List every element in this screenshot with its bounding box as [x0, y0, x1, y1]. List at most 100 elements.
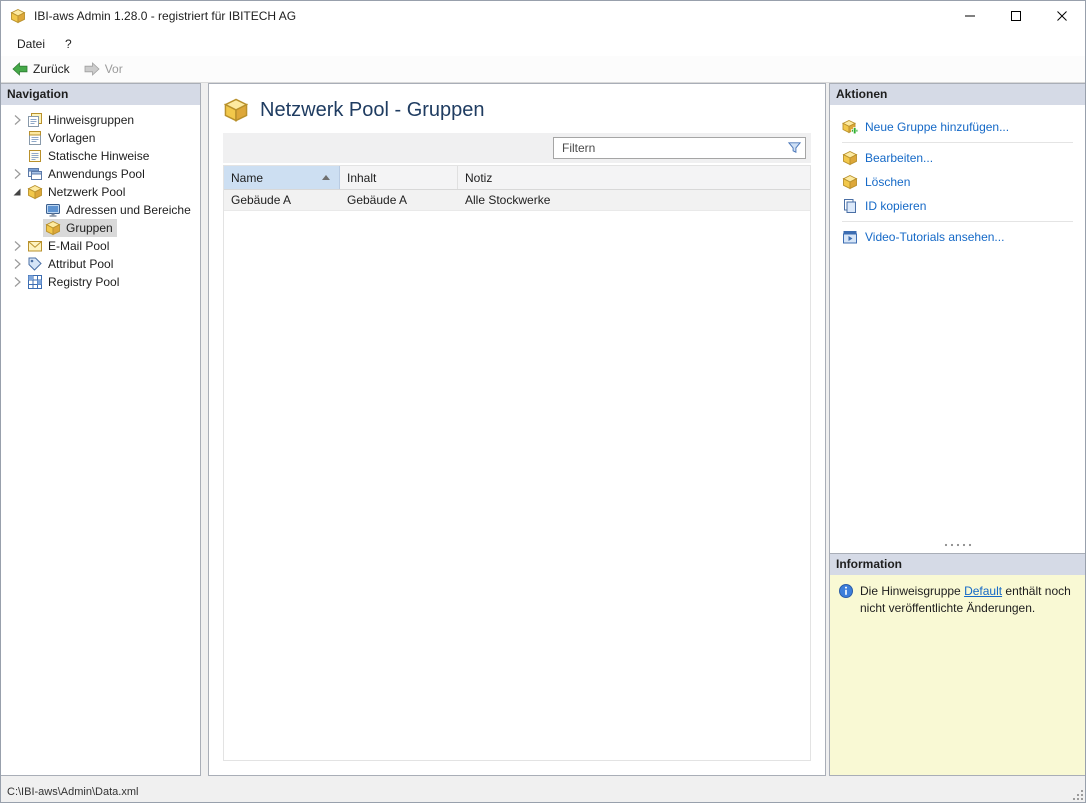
titlebar: IBI-aws Admin 1.28.0 - registriert für I…: [1, 1, 1085, 31]
table-row[interactable]: Gebäude A Gebäude A Alle Stockwerke: [224, 190, 810, 211]
sidebar-item-label: Gruppen: [66, 221, 113, 235]
sidebar-item-label: Anwendungs Pool: [48, 167, 145, 181]
chevron-down-icon[interactable]: [9, 184, 25, 200]
menu-help[interactable]: ?: [55, 33, 82, 55]
sidebar-item-email-pool[interactable]: E-Mail Pool: [1, 237, 200, 255]
information-body: Die Hinweisgruppe Default enthält noch n…: [830, 575, 1085, 775]
panel-splitter-grip[interactable]: [943, 539, 973, 551]
window-title: IBI-aws Admin 1.28.0 - registriert für I…: [34, 9, 947, 23]
resize-grip[interactable]: [1071, 788, 1084, 801]
application-window-icon: [27, 166, 43, 182]
column-header-name[interactable]: Name: [224, 166, 340, 189]
back-arrow-icon: [12, 61, 28, 77]
column-header-label: Notiz: [465, 171, 492, 185]
column-header-label: Name: [231, 171, 263, 185]
groups-list: Name Inhalt Notiz Gebäude A Gebäude A: [223, 165, 811, 761]
column-header-inhalt[interactable]: Inhalt: [340, 166, 458, 189]
close-button[interactable]: [1039, 1, 1085, 31]
sidebar-item-netzwerk-pool[interactable]: Netzwerk Pool: [1, 183, 200, 201]
column-header-notiz[interactable]: Notiz: [458, 166, 810, 189]
sidebar-item-label: E-Mail Pool: [48, 239, 109, 253]
chevron-placeholder: [9, 130, 25, 146]
grip-dots-icon: [943, 543, 973, 547]
close-icon: [1057, 11, 1067, 21]
action-label: Neue Gruppe hinzufügen...: [865, 120, 1009, 134]
filter-funnel-icon[interactable]: [787, 140, 802, 155]
network-pool-cube-icon-large: [223, 97, 249, 123]
page-title: Netzwerk Pool - Gruppen: [260, 99, 485, 122]
filter-box: [553, 137, 806, 159]
sidebar-item-vorlagen[interactable]: Vorlagen: [1, 129, 200, 147]
sidebar-item-attribut-pool[interactable]: Attribut Pool: [1, 255, 200, 273]
app-icon: [10, 8, 26, 24]
sidebar-item-label: Statische Hinweise: [48, 149, 149, 163]
minimize-icon: [965, 11, 975, 21]
copy-id-action[interactable]: ID kopieren: [842, 194, 1073, 218]
chevron-placeholder: [27, 220, 43, 236]
edit-action[interactable]: Bearbeiten...: [842, 146, 1073, 170]
information-panel: Information Die Hinweisgruppe Default en…: [829, 554, 1085, 776]
menubar: Datei ?: [1, 31, 1085, 56]
info-icon: [838, 583, 854, 599]
sidebar-item-label: Registry Pool: [48, 275, 119, 289]
new-group-cube-plus-icon: [842, 119, 858, 135]
delete-cube-icon: [842, 174, 858, 190]
chevron-right-icon[interactable]: [9, 256, 25, 272]
sidebar-item-label: Netzwerk Pool: [48, 185, 125, 199]
sidebar-item-adressen-und-bereiche[interactable]: Adressen und Bereiche: [1, 201, 200, 219]
information-panel-header: Information: [830, 554, 1085, 575]
chevron-right-icon[interactable]: [9, 238, 25, 254]
menu-datei[interactable]: Datei: [7, 33, 55, 55]
sidebar-item-label: Attribut Pool: [48, 257, 113, 271]
actions-panel-header: Aktionen: [830, 84, 1085, 105]
minimize-button[interactable]: [947, 1, 993, 31]
column-header-label: Inhalt: [347, 171, 376, 185]
app-window: IBI-aws Admin 1.28.0 - registriert für I…: [0, 0, 1086, 803]
forward-arrow-icon: [84, 61, 100, 77]
navigation-panel-header: Navigation: [1, 84, 200, 105]
action-label: Löschen: [865, 175, 910, 189]
default-group-link[interactable]: Default: [964, 584, 1002, 598]
table-header-row: Name Inhalt Notiz: [224, 166, 810, 190]
add-group-action[interactable]: Neue Gruppe hinzufügen...: [842, 115, 1073, 139]
sidebar-item-label: Vorlagen: [48, 131, 95, 145]
main-header: Netzwerk Pool - Gruppen: [209, 84, 825, 133]
registry-grid-icon: [27, 274, 43, 290]
cell-notiz: Alle Stockwerke: [458, 193, 810, 207]
chevron-placeholder: [27, 202, 43, 218]
envelope-icon: [27, 238, 43, 254]
right-column: Aktionen Neue Gruppe hinzufügen... Bearb…: [829, 83, 1085, 776]
edit-cube-icon: [842, 150, 858, 166]
filter-input[interactable]: [553, 137, 806, 159]
chevron-right-icon[interactable]: [9, 166, 25, 182]
sidebar-item-gruppen[interactable]: Gruppen: [1, 219, 200, 237]
forward-button[interactable]: Vor: [77, 58, 130, 80]
video-tutorials-action[interactable]: Video-Tutorials ansehen...: [842, 225, 1073, 249]
maximize-button[interactable]: [993, 1, 1039, 31]
sidebar-item-statische-hinweise[interactable]: Statische Hinweise: [1, 147, 200, 165]
action-label: Bearbeiten...: [865, 151, 933, 165]
toolbar: Zurück Vor: [1, 56, 1085, 83]
actions-body: Neue Gruppe hinzufügen... Bearbeiten... …: [830, 105, 1085, 553]
back-button-label: Zurück: [33, 62, 70, 76]
delete-action[interactable]: Löschen: [842, 170, 1073, 194]
statusbar: C:\IBI-aws\Admin\Data.xml: [1, 782, 1085, 802]
actions-panel: Aktionen Neue Gruppe hinzufügen... Bearb…: [829, 83, 1085, 554]
navigation-panel: Navigation Hinweisgruppen Vorlagen Stati…: [1, 83, 201, 776]
sidebar-item-hinweisgruppen[interactable]: Hinweisgruppen: [1, 111, 200, 129]
copy-icon: [842, 198, 858, 214]
sidebar-item-anwendungs-pool[interactable]: Anwendungs Pool: [1, 165, 200, 183]
back-button[interactable]: Zurück: [5, 58, 77, 80]
chevron-right-icon[interactable]: [9, 112, 25, 128]
static-note-icon: [27, 148, 43, 164]
network-pool-cube-icon: [27, 184, 43, 200]
filter-bar: [223, 133, 811, 163]
chevron-placeholder: [9, 148, 25, 164]
maximize-icon: [1011, 11, 1021, 21]
groups-cube-icon: [45, 220, 61, 236]
sidebar-item-registry-pool[interactable]: Registry Pool: [1, 273, 200, 291]
video-icon: [842, 229, 858, 245]
chevron-right-icon[interactable]: [9, 274, 25, 290]
computer-monitor-icon: [45, 202, 61, 218]
action-label: ID kopieren: [865, 199, 926, 213]
